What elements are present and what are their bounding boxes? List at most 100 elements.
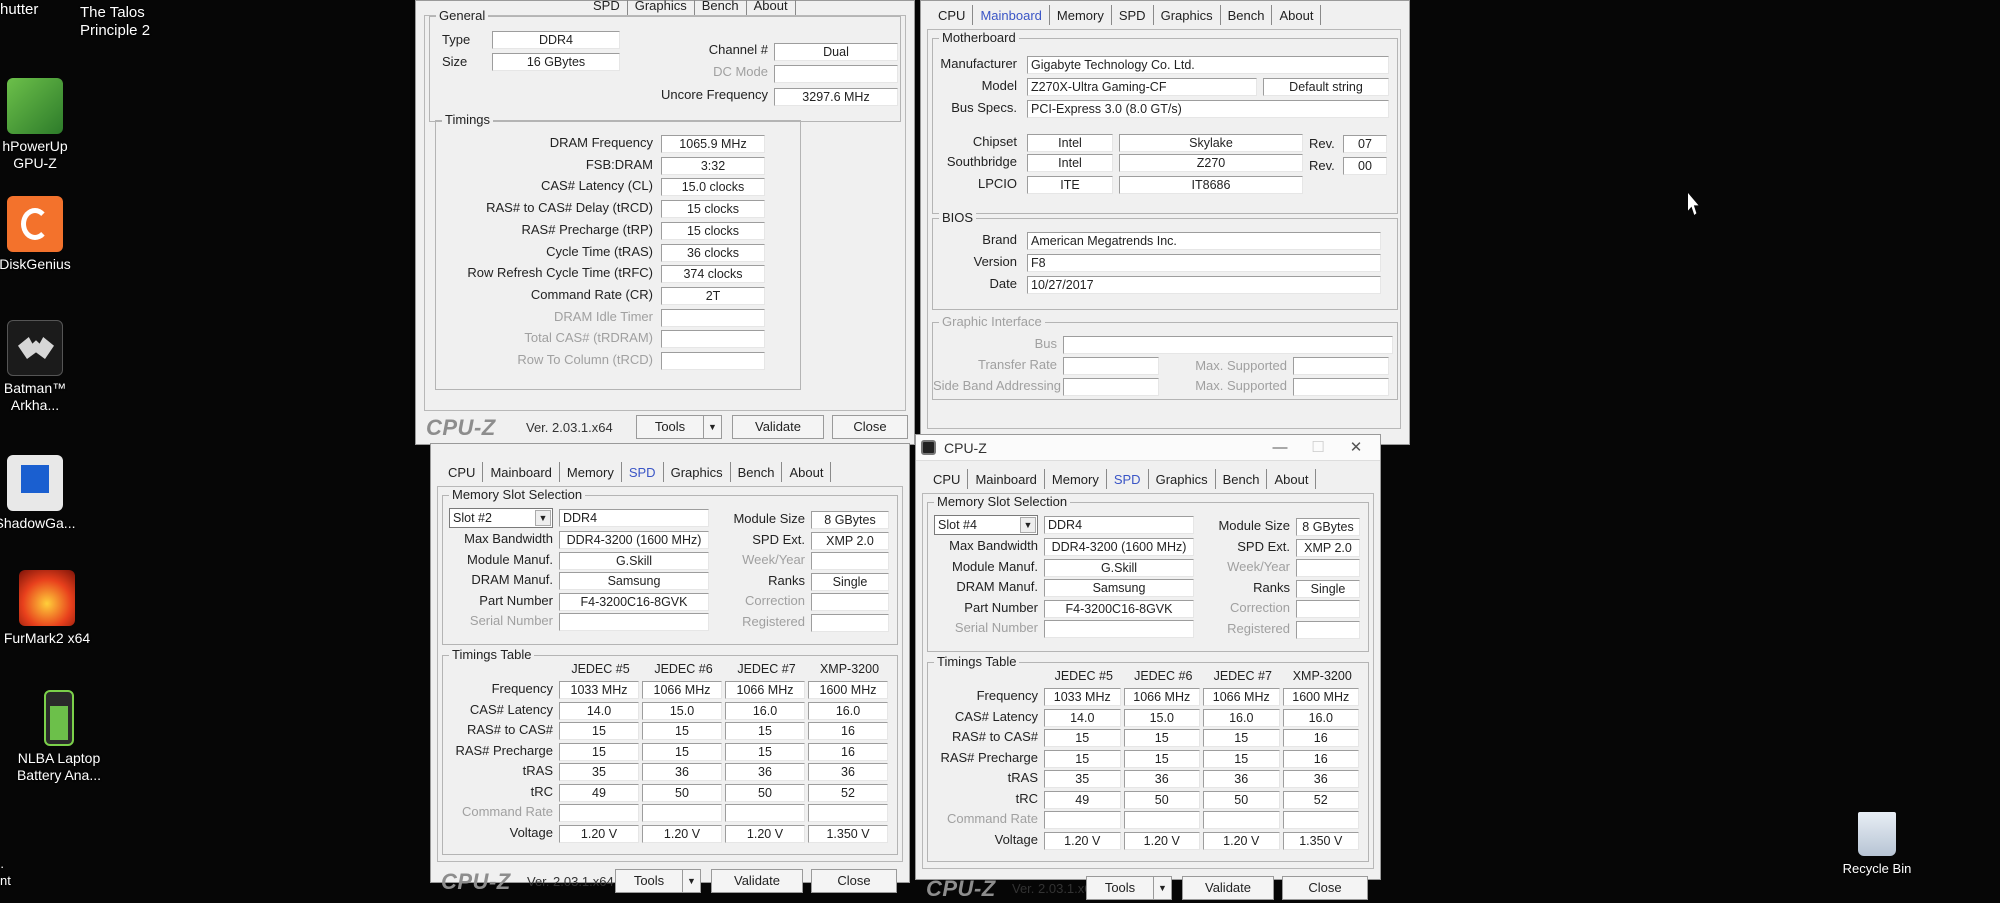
desktop-icon-talos[interactable]: The Talos Principle 2 <box>80 4 150 40</box>
tab-about[interactable]: About <box>1272 5 1322 25</box>
timings-cell: 16 <box>808 722 888 740</box>
timing-value: 1065.9 MHz <box>661 135 765 153</box>
chipset-label: Chipset <box>972 134 1017 149</box>
tools-label: Tools <box>633 873 665 888</box>
timings-column-header: JEDEC #6 <box>1134 669 1193 683</box>
tab-memory[interactable]: Memory <box>1050 5 1112 25</box>
tab-graphics[interactable]: Graphics <box>1154 5 1221 25</box>
gi-max1-value <box>1293 357 1389 375</box>
slot-select[interactable]: Slot #4 ▼ <box>934 515 1038 535</box>
timings-row-label: RAS# Precharge <box>940 749 1038 765</box>
serial-number-value <box>559 613 709 631</box>
tools-button[interactable]: Tools ▼ <box>636 415 722 439</box>
timings-cell: 1066 MHz <box>1123 688 1200 706</box>
chevron-down-icon[interactable]: ▼ <box>703 416 721 438</box>
manufacturer-label: Manufacturer <box>940 56 1017 71</box>
tab-about[interactable]: About <box>747 0 796 15</box>
spd_left-footer: CPU-Z Ver. 2.03.1.x64 Tools ▼ Validate Close <box>431 866 909 896</box>
chevron-down-icon[interactable]: ▼ <box>1020 517 1036 533</box>
close-button[interactable]: Close <box>832 415 908 439</box>
timing-value: 3:32 <box>661 156 765 175</box>
close-button[interactable]: Close <box>1282 876 1368 900</box>
tab-spd[interactable]: SPD <box>622 462 664 482</box>
timings-cell: 36 <box>642 763 722 781</box>
tab-memory[interactable]: Memory <box>1045 469 1107 489</box>
chevron-down-icon[interactable]: ▼ <box>1153 877 1171 899</box>
tab-bench[interactable]: Bench <box>695 0 747 15</box>
tab-cpu[interactable]: CPU <box>441 462 484 482</box>
timings-cell: 16 <box>1282 749 1359 768</box>
slot-select[interactable]: Slot #2 ▼ <box>449 508 553 528</box>
cpuz-spd-window-right: CPU-Z — ☐ ✕ CPU Mainboard Memory SPD Graphic… <box>915 434 1381 901</box>
tab-spd[interactable]: SPD <box>1112 5 1154 25</box>
bios-date-value: 10/27/2017 <box>1027 276 1381 294</box>
desktop-icon-shadowgamer[interactable]: ShadowGa... <box>0 455 80 532</box>
close-button[interactable]: Close <box>811 869 897 893</box>
memory-panel: General Type DDR4 Size 16 GBytes Channel… <box>424 8 906 411</box>
desktop-label-hutter[interactable]: hutter <box>0 1 38 19</box>
desktop-icon-furmark[interactable]: FurMark2 x64 <box>2 570 92 647</box>
tools-label: Tools <box>654 419 686 434</box>
memory-slot-title: Memory Slot Selection <box>934 494 1071 510</box>
chevron-down-icon[interactable]: ▼ <box>682 870 700 892</box>
tab-spd[interactable]: SPD <box>586 0 628 15</box>
tools-button[interactable]: Tools ▼ <box>615 869 701 893</box>
timings-column-header: XMP-3200 <box>819 662 880 676</box>
tab-about[interactable]: About <box>1267 469 1317 489</box>
tab-cpu[interactable]: CPU <box>931 5 974 25</box>
validate-button[interactable]: Validate <box>711 869 803 893</box>
correction-value <box>811 593 889 611</box>
model-label: Model <box>981 78 1017 93</box>
registered-value <box>1296 620 1360 639</box>
tab-graphics[interactable]: Graphics <box>1149 469 1216 489</box>
desktop-icon-recycle-bin[interactable]: Recycle Bin <box>1830 812 1924 877</box>
tab-mainboard[interactable]: Mainboard <box>973 5 1050 25</box>
memory-type-value: DDR4 <box>1044 516 1194 534</box>
tab-cpu[interactable]: CPU <box>926 469 969 489</box>
timings-row-label: Voltage <box>509 824 553 840</box>
minimize-button[interactable]: — <box>1262 437 1298 459</box>
tab-about[interactable]: About <box>782 462 832 482</box>
tab-graphics[interactable]: Graphics <box>628 0 695 15</box>
tab-graphics[interactable]: Graphics <box>664 462 731 482</box>
gi-rate-value <box>1063 357 1159 375</box>
close-window-button[interactable]: ✕ <box>1338 437 1374 459</box>
timings-cell: 1.20 V <box>1123 831 1200 850</box>
timings-cell: 50 <box>725 783 805 802</box>
tab-spd[interactable]: SPD <box>1107 469 1149 489</box>
tab-bench[interactable]: Bench <box>731 462 783 482</box>
uncore-value: 3297.6 MHz <box>774 88 898 106</box>
dram-manuf-label: DRAM Manuf. <box>471 572 553 587</box>
module-size-label: Module Size <box>1218 518 1290 533</box>
mouse-cursor-icon <box>1688 193 1699 215</box>
tab-bench[interactable]: Bench <box>1221 5 1273 25</box>
maximize-button[interactable]: ☐ <box>1300 437 1336 459</box>
channel-value: Dual <box>774 43 898 61</box>
validate-button[interactable]: Validate <box>1182 876 1274 900</box>
cpuz-spd-window-left: CPU Mainboard Memory SPD Graphics Bench About M… <box>430 443 910 894</box>
serial-number-label: Serial Number <box>469 613 553 628</box>
timings-cell: 36 <box>808 763 888 781</box>
timing-label: DRAM Frequency <box>549 135 653 150</box>
timings-cell: 36 <box>1123 770 1200 788</box>
timings-cell: 15 <box>1044 729 1121 747</box>
tools-button[interactable]: Tools ▼ <box>1086 876 1172 900</box>
timings-cell: 15.0 <box>1123 708 1200 727</box>
model-value: Z270X-Ultra Gaming-CF <box>1027 78 1257 96</box>
tab-bench[interactable]: Bench <box>1216 469 1268 489</box>
desktop-icon-nlba[interactable]: NLBA Laptop Battery Ana... <box>14 690 104 784</box>
tab-mainboard[interactable]: Mainboard <box>968 469 1045 489</box>
tab-memory[interactable]: Memory <box>560 462 622 482</box>
timing-value: 2T <box>661 286 765 305</box>
timings-cell: 15 <box>559 742 639 761</box>
timings-row-label: Command Rate <box>461 804 553 819</box>
validate-button[interactable]: Validate <box>732 415 824 439</box>
ranks-value: Single <box>811 572 889 591</box>
chevron-down-icon[interactable]: ▼ <box>535 510 551 526</box>
timings-cell: 16.0 <box>725 701 805 720</box>
timing-label: Total CAS# (tRDRAM) <box>524 330 653 346</box>
desktop-icon-diskgenius[interactable]: DiskGenius <box>0 196 80 273</box>
desktop-icon-gpuz[interactable]: hPowerUp GPU-Z <box>0 78 80 172</box>
desktop-icon-batman[interactable]: Batman™ Arkha... <box>0 320 80 414</box>
tab-mainboard[interactable]: Mainboard <box>483 462 560 482</box>
